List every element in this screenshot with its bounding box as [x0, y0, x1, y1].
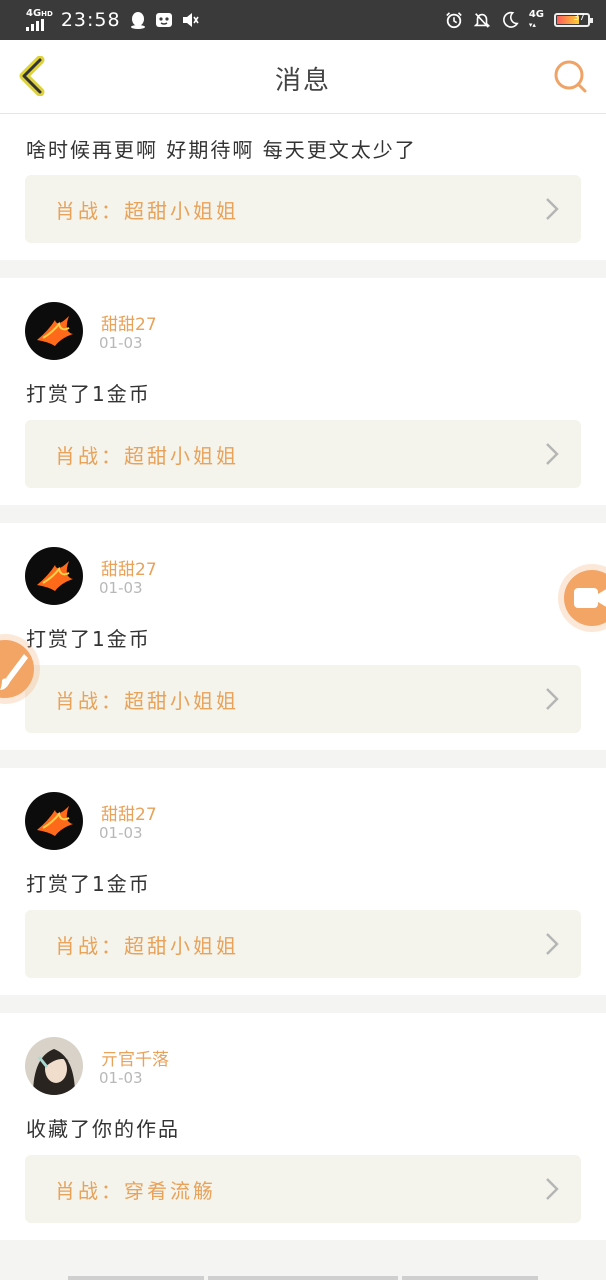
message-card: 甜甜27 01-03 打赏了1金币 肖战：超甜小姐姐	[0, 523, 606, 750]
moon-icon	[501, 11, 519, 29]
chevron-right-icon	[546, 1178, 559, 1200]
work-link[interactable]: 肖战：超甜小姐姐	[25, 665, 581, 733]
alarm-icon	[445, 11, 463, 29]
work-link[interactable]: 肖战：穿肴流觞	[25, 1155, 581, 1223]
status-bar: 4GHD 23:58 4G ▾▴ 37	[0, 0, 606, 40]
avatar[interactable]	[25, 547, 83, 605]
dnd-bell-icon	[473, 11, 491, 29]
brush-icon	[0, 654, 28, 690]
comment-text: 啥时候再更啊 好期待啊 每天更文太少了	[26, 138, 417, 162]
phoenix-avatar-image	[25, 792, 83, 850]
username[interactable]: 甜甜27	[101, 555, 157, 580]
scroll-indicator	[68, 1276, 204, 1280]
work-title: 肖战：超甜小姐姐	[55, 689, 239, 713]
phoenix-avatar-image	[25, 547, 83, 605]
username[interactable]: 甜甜27	[101, 800, 157, 825]
video-camera-icon	[574, 588, 606, 608]
message-card: 亓官千落 01-03 收藏了你的作品 肖战：穿肴流觞	[0, 1013, 606, 1240]
video-floating-button[interactable]	[564, 570, 606, 626]
search-button[interactable]	[552, 58, 590, 96]
work-title: 肖战：超甜小姐姐	[55, 934, 239, 958]
message-date: 01-03	[99, 579, 143, 597]
girl-portrait-avatar-image	[25, 1037, 83, 1095]
message-card: 啥时候再更啊 好期待啊 每天更文太少了 肖战：超甜小姐姐	[0, 114, 606, 260]
username[interactable]: 甜甜27	[101, 310, 157, 335]
mute-icon	[181, 11, 199, 29]
app-header: 消息	[0, 40, 606, 114]
chevron-right-icon	[546, 198, 559, 220]
phoenix-avatar-image	[25, 302, 83, 360]
scroll-indicator	[208, 1276, 398, 1280]
avatar[interactable]	[25, 792, 83, 850]
mobile-data-indicator: 4G ▾▴	[528, 9, 544, 30]
notification-app-icon	[155, 11, 173, 29]
signal-indicator: 4GHD	[26, 9, 53, 31]
message-text: 打赏了1金币	[26, 627, 151, 651]
message-date: 01-03	[99, 1069, 143, 1087]
qq-icon	[129, 11, 147, 29]
edit-floating-button[interactable]	[0, 640, 34, 698]
message-text: 收藏了你的作品	[26, 1117, 180, 1141]
message-text: 打赏了1金币	[26, 872, 151, 896]
avatar[interactable]	[25, 302, 83, 360]
avatar[interactable]	[25, 1037, 83, 1095]
chevron-right-icon	[546, 933, 559, 955]
search-icon	[554, 60, 587, 93]
chevron-right-icon	[546, 688, 559, 710]
battery-icon: 37	[554, 13, 593, 27]
work-link[interactable]: 肖战：超甜小姐姐	[25, 910, 581, 978]
scroll-indicator	[402, 1276, 538, 1280]
message-text: 打赏了1金币	[26, 382, 151, 406]
work-link[interactable]: 肖战：超甜小姐姐	[25, 175, 581, 243]
work-title: 肖战：穿肴流觞	[55, 1179, 216, 1203]
work-title: 肖战：超甜小姐姐	[55, 444, 239, 468]
message-date: 01-03	[99, 334, 143, 352]
chevron-right-icon	[546, 443, 559, 465]
username[interactable]: 亓官千落	[101, 1045, 169, 1070]
clock: 23:58	[60, 9, 121, 31]
message-card: 甜甜27 01-03 打赏了1金币 肖战：超甜小姐姐	[0, 768, 606, 995]
message-card: 甜甜27 01-03 打赏了1金币 肖战：超甜小姐姐	[0, 278, 606, 505]
page-title: 消息	[274, 66, 331, 96]
work-link[interactable]: 肖战：超甜小姐姐	[25, 420, 581, 488]
work-title: 肖战：超甜小姐姐	[55, 199, 239, 223]
message-date: 01-03	[99, 824, 143, 842]
